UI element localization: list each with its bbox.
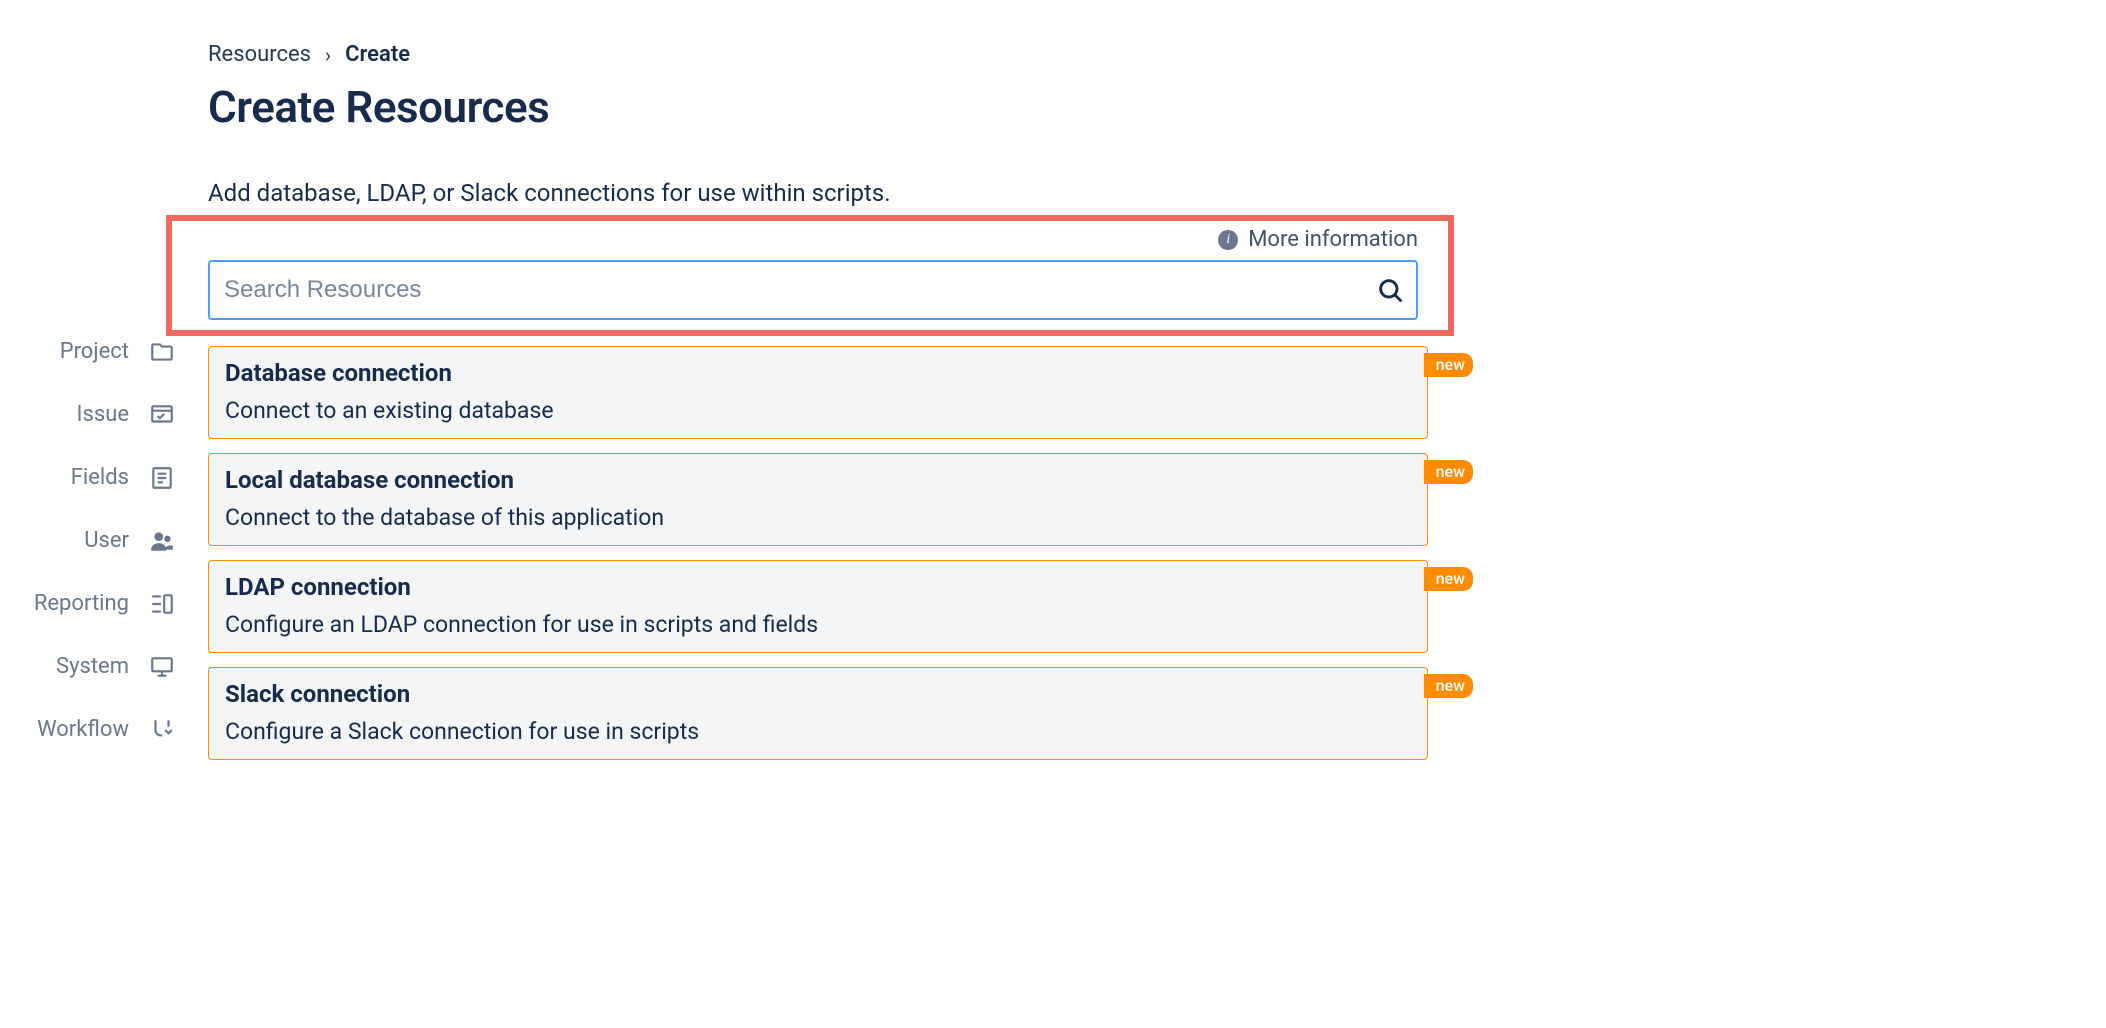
new-badge: new xyxy=(1424,353,1473,377)
page-description: Add database, LDAP, or Slack connections… xyxy=(208,179,2106,207)
new-badge: new xyxy=(1424,674,1473,698)
resource-title: LDAP connection xyxy=(225,573,1411,601)
fields-icon xyxy=(149,465,175,491)
issue-icon xyxy=(149,402,175,428)
resource-description: Connect to the database of this applicat… xyxy=(225,504,1411,531)
search-wrapper xyxy=(208,260,1418,320)
resource-card-database-connection[interactable]: Database connection Connect to an existi… xyxy=(208,346,1428,439)
resource-title: Slack connection xyxy=(225,680,1411,708)
more-information-link[interactable]: i More information xyxy=(208,227,1418,252)
sidebar-item-workflow[interactable]: Workflow xyxy=(0,698,185,761)
resource-title: Local database connection xyxy=(225,466,1411,494)
resource-description: Configure a Slack connection for use in … xyxy=(225,718,1411,745)
resource-description: Connect to an existing database xyxy=(225,397,1411,424)
sidebar-item-fields[interactable]: Fields xyxy=(0,446,185,509)
sidebar-item-label: Project xyxy=(60,339,129,364)
chevron-right-icon: › xyxy=(325,43,331,67)
sidebar-item-issue[interactable]: Issue xyxy=(0,383,185,446)
resource-card-slack-connection[interactable]: Slack connection Configure a Slack conne… xyxy=(208,667,1428,760)
folder-icon xyxy=(149,339,175,365)
info-icon: i xyxy=(1218,230,1238,250)
users-icon xyxy=(149,528,175,554)
page-title: Create Resources xyxy=(208,81,2106,133)
resource-card-ldap-connection[interactable]: LDAP connection Configure an LDAP connec… xyxy=(208,560,1428,653)
sidebar-item-label: Workflow xyxy=(37,717,129,742)
resource-card-local-database-connection[interactable]: Local database connection Connect to the… xyxy=(208,453,1428,546)
sidebar-item-label: System xyxy=(56,654,129,679)
search-icon[interactable] xyxy=(1376,276,1404,304)
reporting-icon xyxy=(149,591,175,617)
main-content: Resources › Create Create Resources Add … xyxy=(208,0,2106,760)
sidebar-item-system[interactable]: System xyxy=(0,635,185,698)
new-badge: new xyxy=(1424,567,1473,591)
workflow-icon xyxy=(149,717,175,743)
search-highlight-box: i More information xyxy=(166,215,1454,336)
resource-description: Configure an LDAP connection for use in … xyxy=(225,611,1411,638)
sidebar-item-label: User xyxy=(84,528,129,553)
breadcrumb-root[interactable]: Resources xyxy=(208,42,311,67)
new-badge: new xyxy=(1424,460,1473,484)
more-information-label: More information xyxy=(1248,227,1418,252)
breadcrumb: Resources › Create xyxy=(208,0,2106,67)
sidebar-item-project[interactable]: Project xyxy=(0,320,185,383)
sidebar-item-reporting[interactable]: Reporting xyxy=(0,572,185,635)
sidebar-item-label: Reporting xyxy=(34,591,129,616)
system-icon xyxy=(149,654,175,680)
sidebar-item-label: Fields xyxy=(71,465,129,490)
resource-list: Database connection Connect to an existi… xyxy=(208,346,1428,760)
sidebar-item-label: Issue xyxy=(77,402,130,427)
resource-title: Database connection xyxy=(225,359,1411,387)
sidebar-item-user[interactable]: User xyxy=(0,509,185,572)
breadcrumb-current: Create xyxy=(345,42,410,67)
sidebar: Project Issue Fields User Reporting Syst… xyxy=(0,0,185,761)
search-input[interactable] xyxy=(208,260,1418,320)
